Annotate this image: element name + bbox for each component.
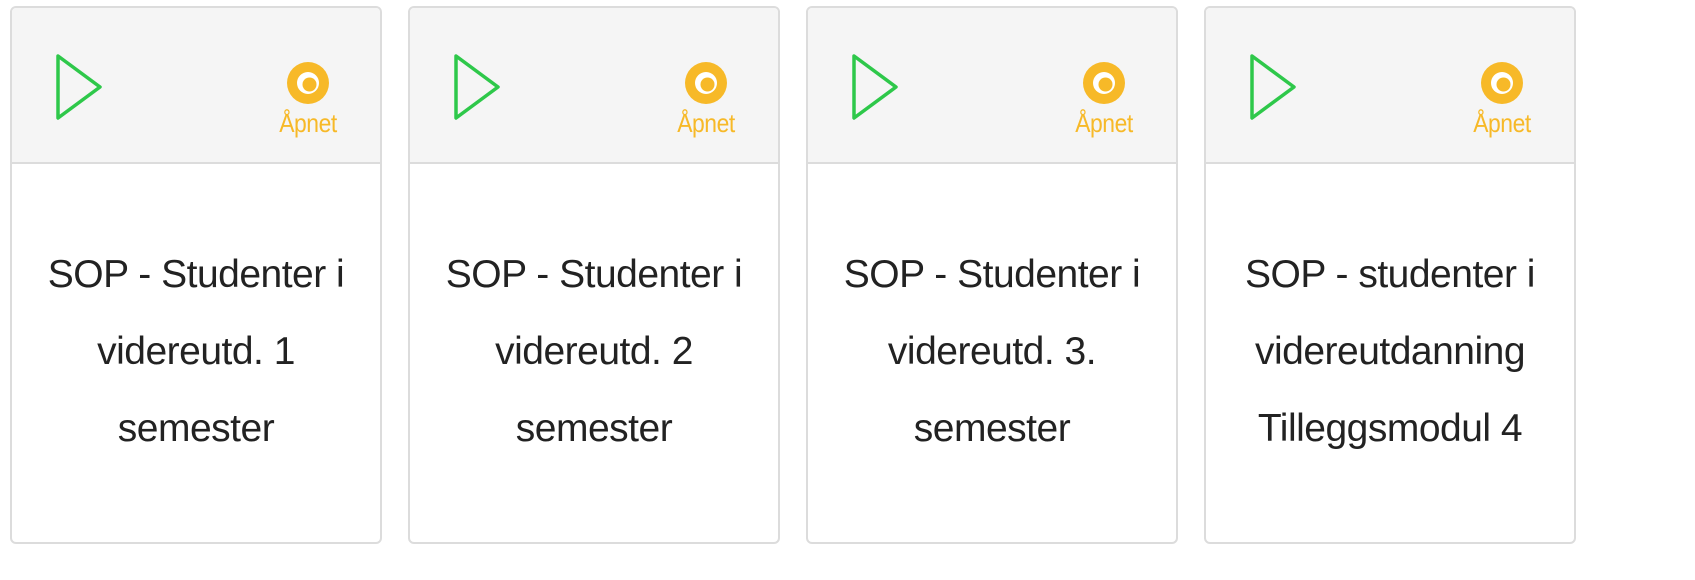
play-icon bbox=[1246, 50, 1300, 124]
eye-icon bbox=[1081, 60, 1127, 106]
status-label: Åpnet bbox=[1075, 108, 1133, 138]
course-card[interactable]: Åpnet SOP - Studenter i videreutd. 2 sem… bbox=[408, 6, 780, 544]
status-label: Åpnet bbox=[677, 108, 735, 138]
play-icon bbox=[450, 50, 504, 124]
play-icon bbox=[848, 50, 902, 124]
status-opened: Åpnet bbox=[272, 60, 344, 138]
play-button[interactable] bbox=[1246, 50, 1300, 124]
play-icon bbox=[52, 50, 106, 124]
course-card[interactable]: Åpnet SOP - Studenter i videreutd. 1 sem… bbox=[10, 6, 382, 544]
card-header: Åpnet bbox=[808, 8, 1176, 164]
eye-icon bbox=[285, 60, 331, 106]
course-title[interactable]: SOP - studenter i videreutdanning Tilleg… bbox=[1206, 164, 1574, 467]
status-label: Åpnet bbox=[279, 108, 337, 138]
course-title[interactable]: SOP - Studenter i videreutd. 2 semester bbox=[410, 164, 778, 467]
card-header: Åpnet bbox=[1206, 8, 1574, 164]
status-label: Åpnet bbox=[1473, 108, 1531, 138]
play-button[interactable] bbox=[848, 50, 902, 124]
course-card-list: Åpnet SOP - Studenter i videreutd. 1 sem… bbox=[0, 0, 1695, 580]
eye-icon bbox=[683, 60, 729, 106]
play-button[interactable] bbox=[450, 50, 504, 124]
course-title[interactable]: SOP - Studenter i videreutd. 3. semester bbox=[808, 164, 1176, 467]
course-card[interactable]: Åpnet SOP - studenter i videreutdanning … bbox=[1204, 6, 1576, 544]
course-card[interactable]: Åpnet SOP - Studenter i videreutd. 3. se… bbox=[806, 6, 1178, 544]
play-button[interactable] bbox=[52, 50, 106, 124]
status-opened: Åpnet bbox=[670, 60, 742, 138]
eye-icon bbox=[1479, 60, 1525, 106]
status-opened: Åpnet bbox=[1466, 60, 1538, 138]
card-header: Åpnet bbox=[410, 8, 778, 164]
card-header: Åpnet bbox=[12, 8, 380, 164]
course-title[interactable]: SOP - Studenter i videreutd. 1 semester bbox=[12, 164, 380, 467]
status-opened: Åpnet bbox=[1068, 60, 1140, 138]
